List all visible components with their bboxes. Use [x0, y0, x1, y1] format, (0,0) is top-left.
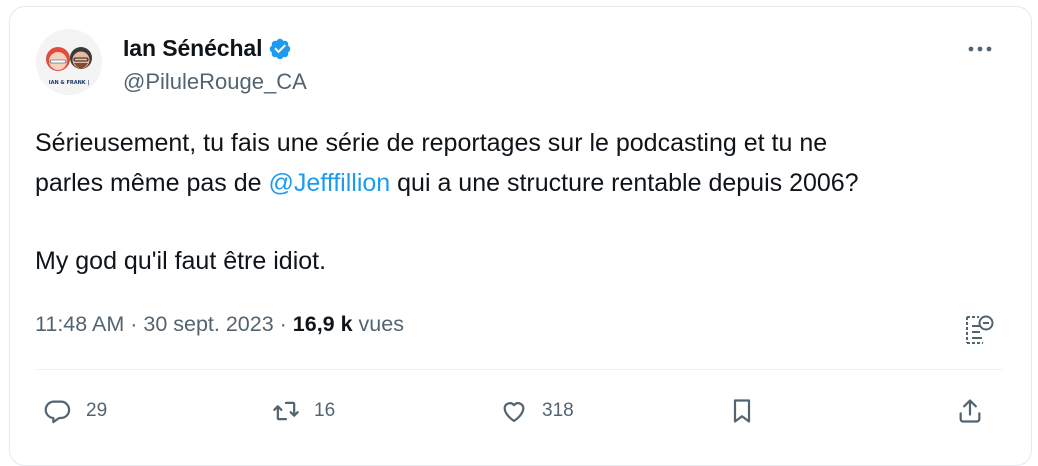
retweet-button[interactable]: 16	[272, 397, 335, 425]
like-count: 318	[542, 400, 574, 421]
meta-separator: ·	[273, 312, 293, 336]
more-options-button[interactable]	[965, 37, 995, 61]
reply-button[interactable]: 29	[44, 397, 107, 425]
tweet-actions: 29 16 318	[10, 397, 1031, 437]
tweet-date[interactable]: 30 sept. 2023	[143, 312, 273, 337]
tweet-paragraph-2: My god qu'il faut être idiot.	[35, 247, 327, 275]
tweet-meta: 11:48 AM · 30 sept. 2023 · 16,9 k vues	[35, 312, 404, 337]
tweet-text: Sérieusement, tu fais une série de repor…	[35, 123, 995, 281]
reply-icon	[44, 400, 71, 424]
tweet-time[interactable]: 11:48 AM	[35, 312, 124, 337]
more-dots-icon	[968, 46, 992, 52]
share-icon	[959, 399, 981, 423]
author-display-name[interactable]: Ian Sénéchal	[123, 35, 263, 62]
share-button[interactable]	[956, 397, 984, 425]
reply-count: 29	[86, 400, 108, 421]
meta-separator: ·	[124, 312, 144, 336]
tweet-line-2-start: parles même pas de	[35, 169, 269, 197]
verified-badge-icon	[268, 37, 292, 61]
like-button[interactable]: 318	[500, 397, 574, 425]
retweet-count: 16	[314, 400, 336, 421]
divider	[35, 369, 1003, 370]
tweet-line-2: parles même pas de @Jefffillion qui a un…	[35, 163, 995, 203]
views-count: 16,9 k	[292, 312, 353, 336]
tweet-card: IAN & FRANK | Ian Sénéchal @PiluleRouge_…	[9, 6, 1032, 466]
heart-icon	[503, 402, 525, 423]
author-name-row[interactable]: Ian Sénéchal	[123, 35, 292, 62]
retweet-icon	[273, 401, 299, 421]
tweet-line-1: Sérieusement, tu fais une série de repor…	[35, 129, 828, 157]
avatar-caption: IAN & FRANK |	[49, 80, 90, 86]
bookmark-button[interactable]	[728, 397, 756, 425]
avatar-image: IAN & FRANK |	[36, 29, 102, 95]
tweet-line-2-end: qui a une structure rentable depuis 2006…	[390, 169, 859, 197]
author-handle[interactable]: @PiluleRouge_CA	[123, 69, 307, 95]
bookmark-icon	[733, 399, 751, 423]
avatar[interactable]: IAN & FRANK |	[36, 29, 102, 95]
views-label: vues	[352, 312, 404, 336]
analytics-button[interactable]	[963, 313, 995, 347]
mention-link[interactable]: @Jefffillion	[268, 169, 390, 197]
analytics-icon	[966, 315, 994, 344]
